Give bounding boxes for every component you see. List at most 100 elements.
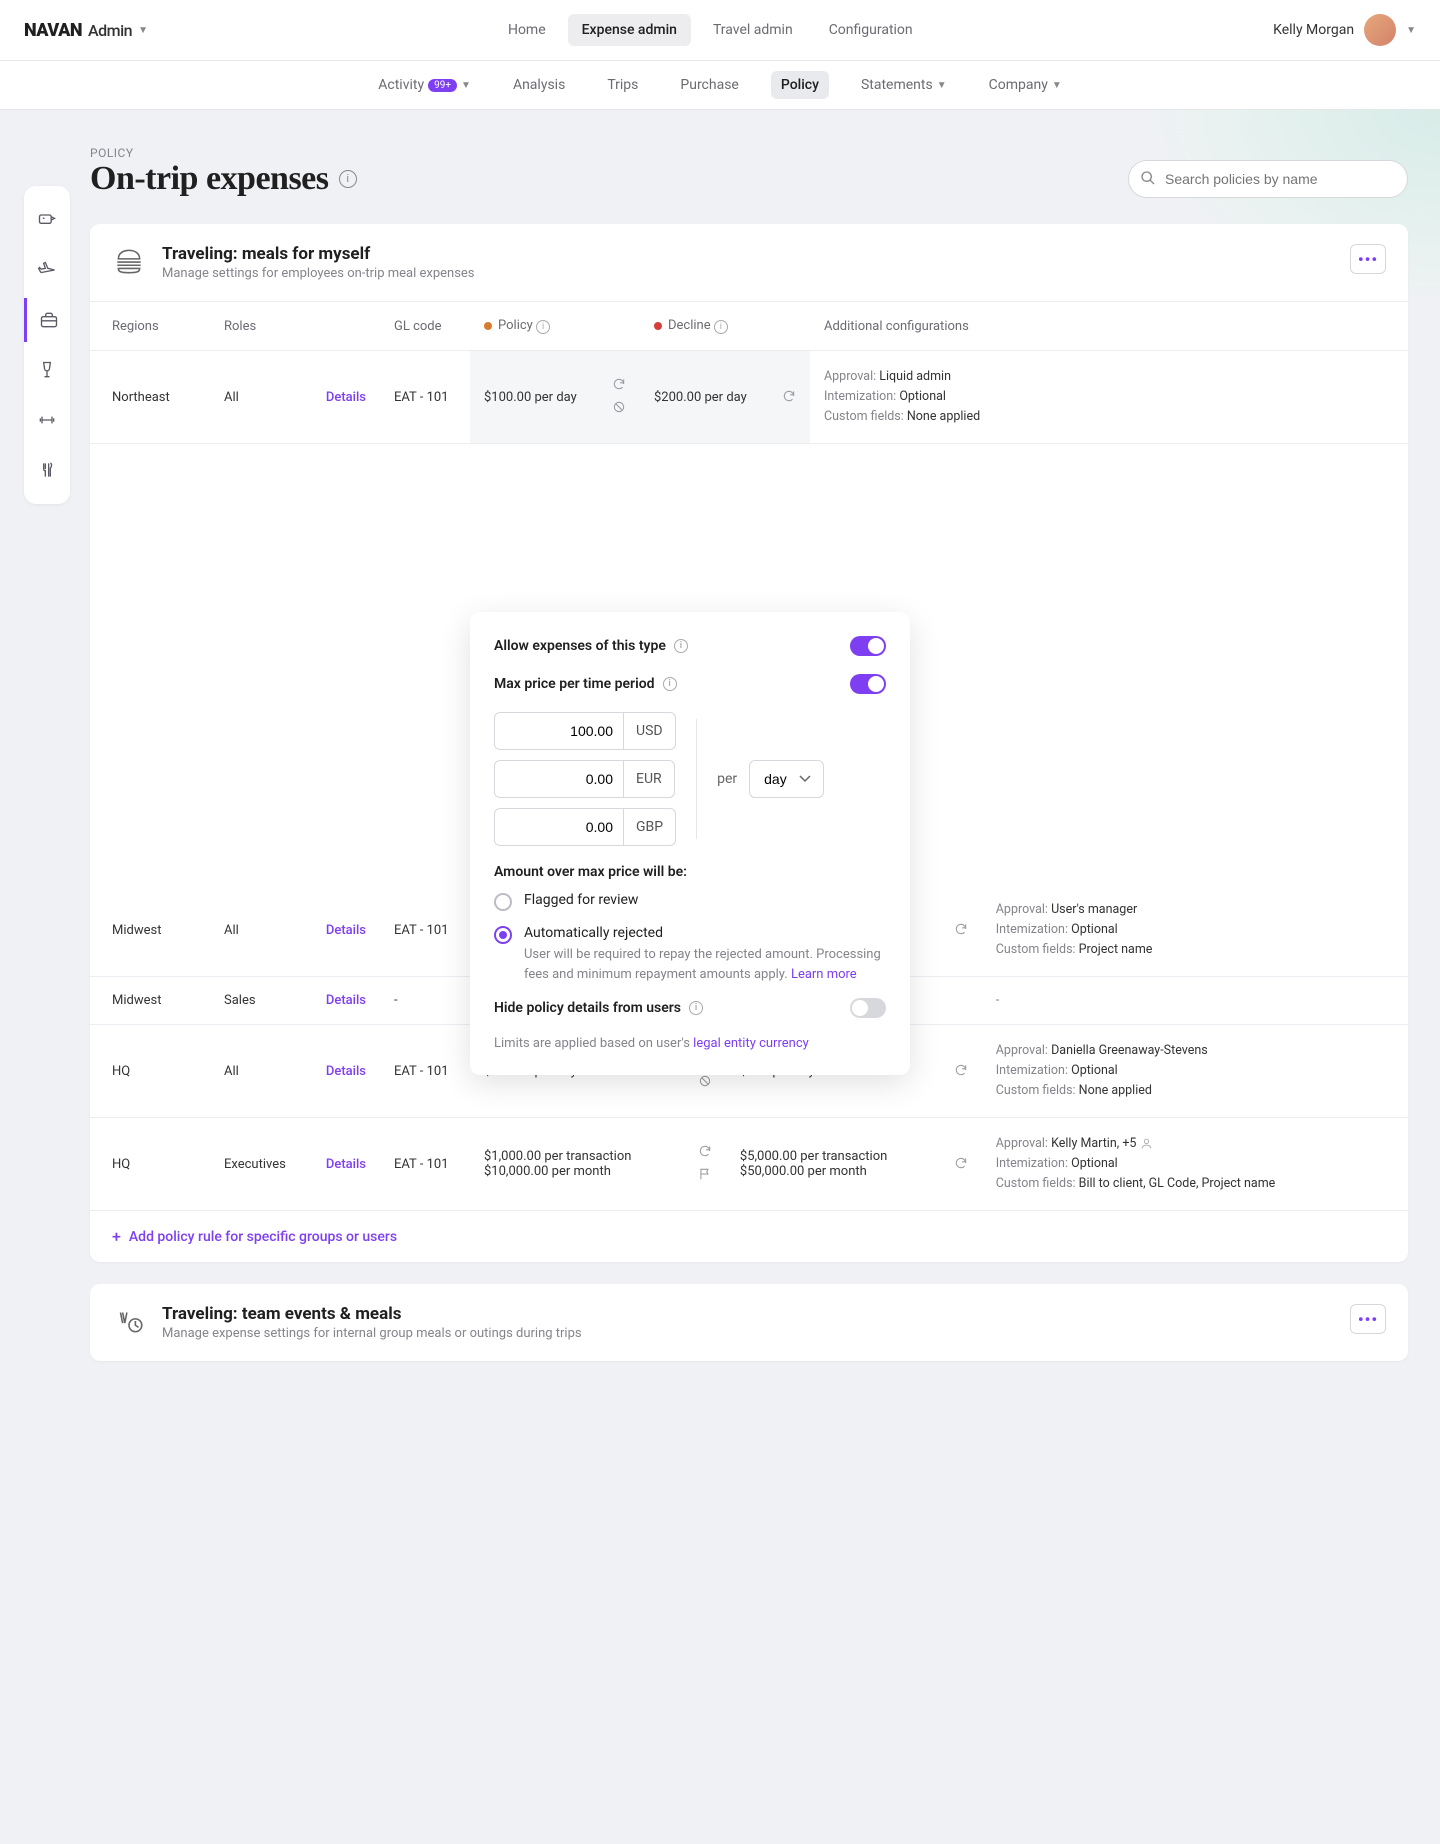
radio-flagged-label: Flagged for review xyxy=(524,892,638,908)
meals-card: Traveling: meals for myself Manage setti… xyxy=(90,224,1408,1262)
details-link[interactable]: Details xyxy=(326,1157,366,1172)
rail-item-travel[interactable] xyxy=(24,248,70,292)
flag-icon xyxy=(698,1167,712,1184)
max-toggle[interactable] xyxy=(850,674,886,694)
brand-main: NAVAN xyxy=(24,20,82,41)
amount-usd[interactable] xyxy=(494,712,624,750)
nav-expense-admin[interactable]: Expense admin xyxy=(568,14,691,46)
subnav-statements[interactable]: Statements ▼ xyxy=(851,71,957,99)
refresh-icon xyxy=(954,922,968,939)
team-events-icon xyxy=(112,1304,146,1338)
add-rule-button[interactable]: + Add policy rule for specific groups or… xyxy=(90,1211,1408,1262)
plus-icon: + xyxy=(112,1227,121,1246)
chevron-down-icon: ▼ xyxy=(461,80,471,91)
burger-icon xyxy=(112,244,146,278)
refresh-icon xyxy=(612,377,626,394)
details-link[interactable]: Details xyxy=(326,923,366,938)
top-nav: Home Expense admin Travel admin Configur… xyxy=(147,14,1273,46)
page-title: On-trip expenses i xyxy=(90,160,357,198)
per-select[interactable]: day xyxy=(749,760,824,798)
subnav-analysis[interactable]: Analysis xyxy=(503,71,575,99)
radio-flagged[interactable] xyxy=(494,893,512,911)
search-input[interactable] xyxy=(1128,160,1408,198)
user-menu[interactable]: Kelly Morgan ▼ xyxy=(1273,14,1416,46)
learn-more-link[interactable]: Learn more xyxy=(791,967,857,982)
details-link[interactable]: Details xyxy=(326,390,366,405)
brand-sub: Admin xyxy=(88,21,132,40)
nav-home[interactable]: Home xyxy=(494,14,560,46)
user-icon xyxy=(1140,1137,1153,1150)
chevron-down-icon: ▼ xyxy=(138,25,147,36)
over-max-label: Amount over max price will be: xyxy=(494,864,886,880)
rail-item-wine[interactable] xyxy=(24,348,70,392)
sub-nav: Activity 99+ ▼ Analysis Trips Purchase P… xyxy=(0,61,1440,110)
refresh-icon xyxy=(954,1063,968,1080)
table-row: Northeast All Details EAT - 101 $100.00 … xyxy=(90,351,1408,444)
legal-entity-link[interactable]: legal entity currency xyxy=(693,1036,809,1051)
per-label: per xyxy=(717,771,737,787)
th-roles: Roles xyxy=(210,302,380,351)
activity-badge: 99+ xyxy=(428,79,457,92)
subnav-trips[interactable]: Trips xyxy=(597,71,648,99)
rail-item-utensils[interactable] xyxy=(24,448,70,492)
subnav-policy[interactable]: Policy xyxy=(771,71,829,99)
info-icon[interactable]: i xyxy=(339,170,357,188)
card-title: Traveling: team events & meals xyxy=(162,1304,582,1324)
info-icon[interactable]: i xyxy=(663,677,677,691)
left-rail xyxy=(24,186,70,504)
hide-toggle[interactable] xyxy=(850,998,886,1018)
search-container xyxy=(1128,160,1408,198)
team-events-card: Traveling: team events & meals Manage ex… xyxy=(90,1284,1408,1361)
info-icon[interactable]: i xyxy=(674,639,688,653)
refresh-icon xyxy=(698,1144,712,1161)
more-button[interactable]: ••• xyxy=(1350,1304,1386,1334)
radio-rejected-label: Automatically rejected xyxy=(524,925,886,941)
th-regions: Regions xyxy=(90,302,210,351)
th-decline: Decline i xyxy=(640,302,810,351)
refresh-icon xyxy=(782,389,796,406)
footnote: Limits are applied based on user's legal… xyxy=(494,1036,886,1051)
chevron-down-icon: ▼ xyxy=(1052,80,1062,91)
more-button[interactable]: ••• xyxy=(1350,244,1386,274)
allow-toggle[interactable] xyxy=(850,636,886,656)
info-icon[interactable]: i xyxy=(536,320,550,334)
amount-gbp[interactable] xyxy=(494,808,624,846)
rail-item-expenses[interactable] xyxy=(24,198,70,242)
rules-table: Regions Roles GL code Policy i Decline i… xyxy=(90,302,1408,444)
refresh-icon xyxy=(954,1156,968,1173)
details-link[interactable]: Details xyxy=(326,993,366,1008)
allow-label: Allow expenses of this type xyxy=(494,638,666,654)
block-icon xyxy=(698,1074,712,1091)
avatar xyxy=(1364,14,1396,46)
th-additional: Additional configurations xyxy=(810,302,1408,351)
radio-rejected[interactable] xyxy=(494,926,512,944)
card-subtitle: Manage settings for employees on-trip me… xyxy=(162,266,475,281)
radio-rejected-help: User will be required to repay the rejec… xyxy=(524,945,886,984)
th-policy: Policy i xyxy=(470,302,640,351)
max-label: Max price per time period xyxy=(494,676,655,692)
table-row: HQ Executives Details EAT - 101 $1,000.0… xyxy=(90,1118,1408,1211)
rail-item-fitness[interactable] xyxy=(24,398,70,442)
nav-travel-admin[interactable]: Travel admin xyxy=(699,14,807,46)
brand[interactable]: NAVAN Admin ▼ xyxy=(24,20,147,41)
search-icon xyxy=(1140,170,1156,190)
th-glcode: GL code xyxy=(380,302,470,351)
amount-eur[interactable] xyxy=(494,760,624,798)
policy-editor-popup: Allow expenses of this type i Max price p… xyxy=(470,612,910,1075)
chevron-down-icon: ▼ xyxy=(1406,25,1416,36)
subnav-company[interactable]: Company ▼ xyxy=(979,71,1072,99)
unit-eur: EUR xyxy=(624,760,675,798)
info-icon[interactable]: i xyxy=(689,1001,703,1015)
info-icon[interactable]: i xyxy=(714,320,728,334)
breadcrumb: POLICY xyxy=(90,146,357,160)
subnav-activity[interactable]: Activity 99+ ▼ xyxy=(368,71,481,99)
card-title: Traveling: meals for myself xyxy=(162,244,475,264)
subnav-purchase[interactable]: Purchase xyxy=(670,71,748,99)
rail-item-briefcase[interactable] xyxy=(24,298,70,342)
hide-label: Hide policy details from users xyxy=(494,1000,681,1016)
chevron-down-icon: ▼ xyxy=(937,80,947,91)
nav-configuration[interactable]: Configuration xyxy=(815,14,927,46)
unit-gbp: GBP xyxy=(624,808,676,846)
details-link[interactable]: Details xyxy=(326,1064,366,1079)
user-name: Kelly Morgan xyxy=(1273,22,1354,38)
